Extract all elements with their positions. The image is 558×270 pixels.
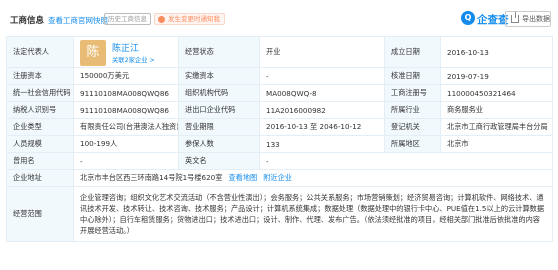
official-snapshot-link[interactable]: 查看工商官网快照 bbox=[48, 15, 108, 26]
table-row: 统一社会信用代码 91110108MA008QWQ86 组织机构代码 MA008… bbox=[6, 84, 553, 102]
est-date-value: 2016-10-13 bbox=[440, 36, 553, 68]
industry-value: 商务服务业 bbox=[440, 101, 553, 119]
company-type-label: 企业类型 bbox=[6, 118, 74, 136]
industry-label: 所属行业 bbox=[384, 101, 441, 119]
insured-count-label: 参保人数 bbox=[178, 135, 260, 153]
paid-capital-label: 实缴资本 bbox=[178, 67, 260, 85]
reg-number-label: 工商注册号 bbox=[384, 84, 441, 102]
staff-size-label: 人员规模 bbox=[6, 135, 74, 153]
status-value: 开业 bbox=[259, 36, 385, 68]
table-row: 法定代表人 陈 陈正江 关联2家企业 > 经营状态 开业 成立日期 2016-1… bbox=[6, 36, 553, 68]
insured-count-value: 133 bbox=[259, 135, 385, 153]
english-name-value: - bbox=[259, 152, 553, 170]
table-row: 曾用名 - 英文名 - bbox=[6, 152, 553, 170]
table-row: 企业地址 北京市丰台区西三环南路14号院1号楼620室 查看地图 附近企业 bbox=[6, 169, 553, 187]
related-companies-link[interactable]: 关联2家企业 > bbox=[112, 55, 155, 64]
table-row: 纳税人识别号 91110108MA008QWQ86 进出口企业代码 11A201… bbox=[6, 101, 553, 119]
view-map-link[interactable]: 查看地图 bbox=[228, 173, 257, 182]
company-type-value: 有限责任公司(台港澳法人独资) bbox=[73, 118, 179, 136]
legal-rep-label: 法定代表人 bbox=[6, 36, 74, 68]
address-value: 北京市丰台区西三环南路14号院1号楼620室 bbox=[80, 173, 223, 182]
region-value: 北京市 bbox=[440, 135, 553, 153]
paid-capital-value: - bbox=[259, 67, 385, 85]
approve-date-label: 核准日期 bbox=[384, 67, 441, 85]
header: 工商信息 查看工商官网快照 历史工商信息 发生变更时通知我 Q 企查查 导出数据 bbox=[0, 0, 558, 36]
reg-number-value: 110000450321464 bbox=[440, 84, 553, 102]
section-title: 工商信息 bbox=[10, 16, 45, 26]
table-row: 企业类型 有限责任公司(台港澳法人独资) 营业期限 2016-10-13 至 2… bbox=[6, 118, 553, 136]
address-cell: 北京市丰台区西三环南路14号院1号楼620室 查看地图 附近企业 bbox=[73, 169, 553, 187]
business-info-table: 法定代表人 陈 陈正江 关联2家企业 > 经营状态 开业 成立日期 2016-1… bbox=[6, 36, 553, 242]
approve-date-value: 2019-07-19 bbox=[440, 67, 553, 85]
business-term-value: 2016-10-13 至 2046-10-12 bbox=[259, 118, 385, 136]
staff-size-value: 100-199人 bbox=[73, 135, 179, 153]
change-notify-tag[interactable]: 发生变更时通知我 bbox=[154, 13, 225, 25]
business-term-label: 营业期限 bbox=[178, 118, 260, 136]
table-row: 人员规模 100-199人 参保人数 133 所属地区 北京市 bbox=[6, 135, 553, 153]
import-export-code-value: 11A2016000982 bbox=[259, 101, 385, 119]
capital-label: 注册资本 bbox=[6, 67, 74, 85]
qichacha-logo-icon: Q bbox=[461, 11, 475, 25]
tax-id-label: 纳税人识别号 bbox=[6, 101, 74, 119]
avatar[interactable]: 陈 bbox=[80, 40, 106, 66]
credit-code-value: 91110108MA008QWQ86 bbox=[73, 84, 179, 102]
tax-id-value: 91110108MA008QWQ86 bbox=[73, 101, 179, 119]
scope-label: 经营范围 bbox=[6, 186, 74, 242]
status-label: 经营状态 bbox=[178, 36, 260, 68]
export-button[interactable]: 导出数据 bbox=[505, 11, 551, 27]
legal-rep-cell: 陈 陈正江 关联2家企业 > bbox=[73, 36, 179, 68]
scope-value: 企业管理咨询；组织文化艺术交流活动（不含营业性演出）；会务服务；公共关系服务；市… bbox=[73, 186, 553, 242]
export-icon bbox=[511, 12, 519, 23]
brand-name: 企查查 bbox=[477, 14, 509, 26]
change-notify-label: 发生变更时通知我 bbox=[168, 15, 220, 23]
nearby-companies-link[interactable]: 附近企业 bbox=[263, 173, 292, 182]
org-code-label: 组织机构代码 bbox=[178, 84, 260, 102]
address-label: 企业地址 bbox=[6, 169, 74, 187]
legal-rep-name-link[interactable]: 陈正江 bbox=[112, 41, 139, 54]
table-row: 注册资本 150000万美元 实缴资本 - 核准日期 2019-07-19 bbox=[6, 67, 553, 85]
export-label: 导出数据 bbox=[522, 15, 550, 23]
former-name-label: 曾用名 bbox=[6, 152, 74, 170]
english-name-label: 英文名 bbox=[178, 152, 260, 170]
credit-code-label: 统一社会信用代码 bbox=[6, 84, 74, 102]
bell-icon bbox=[158, 15, 165, 23]
capital-value: 150000万美元 bbox=[73, 67, 179, 85]
est-date-label: 成立日期 bbox=[384, 36, 441, 68]
table-row: 经营范围 企业管理咨询；组织文化艺术交流活动（不含营业性演出）；会务服务；公共关… bbox=[6, 186, 553, 242]
import-export-code-label: 进出口企业代码 bbox=[178, 101, 260, 119]
org-code-value: MA008QWQ-8 bbox=[259, 84, 385, 102]
former-name-value: - bbox=[73, 152, 179, 170]
reg-authority-value: 北京市工商行政管理局丰台分局 bbox=[440, 118, 553, 136]
region-label: 所属地区 bbox=[384, 135, 441, 153]
reg-authority-label: 登记机关 bbox=[384, 118, 441, 136]
history-info-tag[interactable]: 历史工商信息 bbox=[104, 13, 151, 25]
